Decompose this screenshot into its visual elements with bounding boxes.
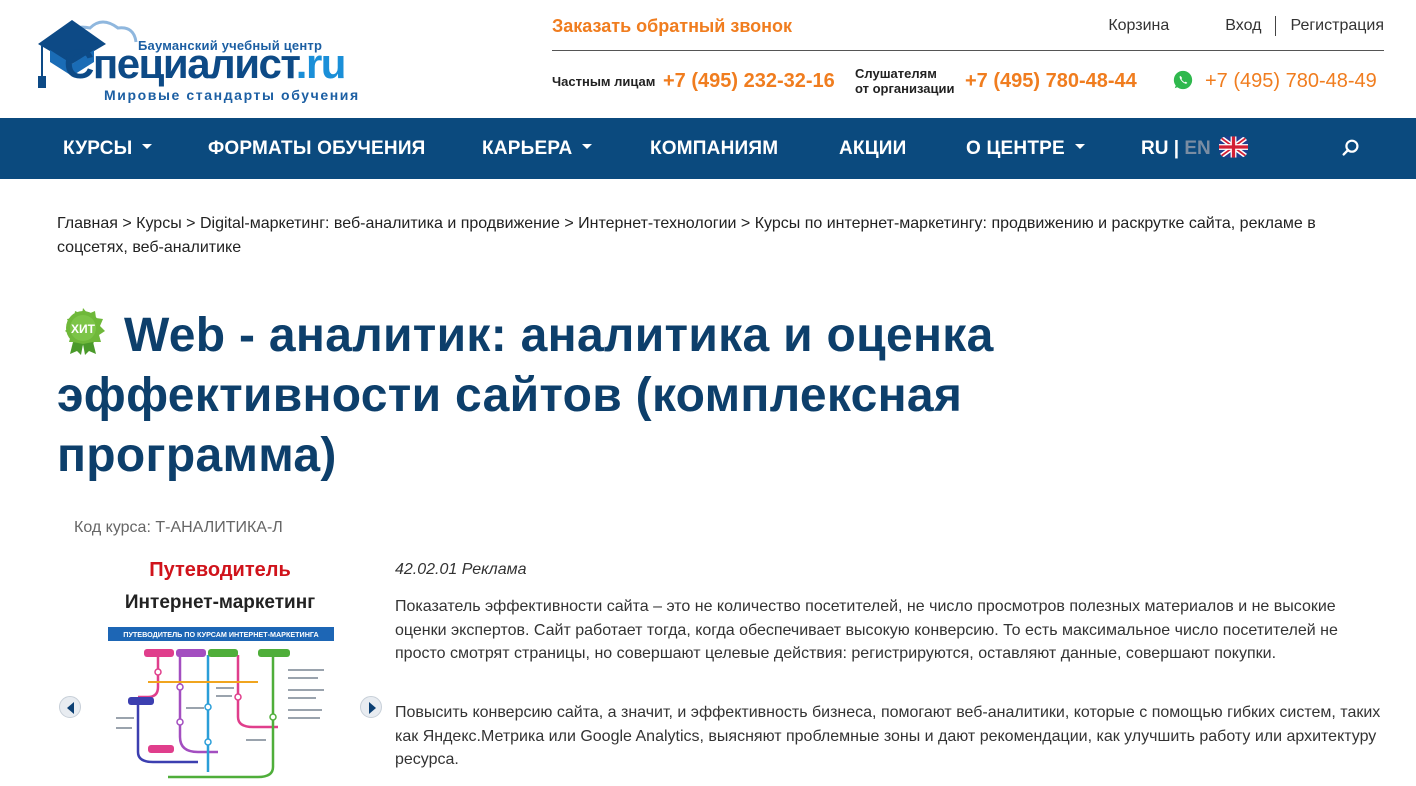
guide-next-button[interactable] bbox=[360, 696, 382, 718]
description-paragraph-1: Показатель эффективности сайта – это не … bbox=[395, 598, 1338, 662]
main-nav: КУРСЫ ФОРМАТЫ ОБУЧЕНИЯ КАРЬЕРА КОМПАНИЯМ… bbox=[0, 118, 1416, 179]
nav-item-label: КОМПАНИЯМ bbox=[650, 138, 779, 159]
course-code: Код курса: Т-АНАЛИТИКА-Л bbox=[74, 519, 283, 536]
whatsapp-phone-number[interactable]: +7 (495) 780-48-49 bbox=[1205, 70, 1377, 93]
site-logo[interactable]: Бауманский учебный центр Специалист.ru М… bbox=[36, 6, 396, 106]
account-links: Корзина Вход Регистрация bbox=[1108, 16, 1384, 36]
nav-item-label: ФОРМАТЫ ОБУЧЕНИЯ bbox=[208, 138, 426, 159]
nav-item-label: КУРСЫ bbox=[63, 138, 133, 159]
specialty-code: 42.02.01 Реклама bbox=[395, 561, 527, 578]
guide-image-banner: ПУТЕВОДИТЕЛЬ ПО КУРСАМ ИНТЕРНЕТ-МАРКЕТИН… bbox=[123, 630, 318, 639]
lang-separator: | bbox=[1168, 138, 1185, 159]
page-title: Web - аналитик: аналитика и оценка эффек… bbox=[57, 306, 1177, 486]
logo-name: Специалист.ru bbox=[64, 40, 347, 88]
description-paragraph-2: Повысить конверсию сайта, а значит, и эф… bbox=[395, 704, 1381, 768]
breadcrumb-separator: > bbox=[186, 215, 196, 232]
breadcrumb-separator: > bbox=[564, 215, 574, 232]
lang-ru[interactable]: RU bbox=[1141, 138, 1168, 159]
whatsapp-icon[interactable] bbox=[1172, 69, 1194, 91]
register-link[interactable]: Регистрация bbox=[1290, 17, 1384, 35]
logo-name-tld: .ru bbox=[295, 40, 347, 87]
breadcrumb-item-courses[interactable]: Курсы bbox=[136, 215, 182, 232]
guide-title[interactable]: Путеводитель bbox=[110, 559, 330, 582]
header-divider bbox=[552, 50, 1384, 51]
chevron-down-icon bbox=[1074, 144, 1085, 150]
language-switcher: RU | EN bbox=[1141, 118, 1211, 179]
site-header: Бауманский учебный центр Специалист.ru М… bbox=[0, 0, 1416, 118]
chevron-left-icon bbox=[67, 702, 74, 714]
search-icon[interactable] bbox=[1340, 137, 1362, 159]
cart-link[interactable]: Корзина bbox=[1108, 17, 1169, 35]
private-phone-number[interactable]: +7 (495) 232-32-16 bbox=[663, 70, 835, 93]
phone-block: Частным лицам +7 (495) 232-32-16 Слушате… bbox=[552, 66, 1392, 98]
nav-item-companies[interactable]: КОМПАНИЯМ bbox=[650, 118, 778, 179]
callback-link[interactable]: Заказать обратный звонок bbox=[552, 16, 792, 37]
nav-item-formats[interactable]: ФОРМАТЫ ОБУЧЕНИЯ bbox=[208, 118, 426, 179]
lang-en[interactable]: EN bbox=[1184, 138, 1210, 159]
guide-prev-button[interactable] bbox=[59, 696, 81, 718]
breadcrumb-item-home[interactable]: Главная bbox=[57, 215, 118, 232]
page-title-text: Web - аналитик: аналитика и оценка эффек… bbox=[57, 309, 994, 482]
org-phone-label-line1: Слушателям bbox=[855, 66, 937, 81]
breadcrumb-separator: > bbox=[740, 215, 751, 232]
logo-tagline: Мировые стандарты обучения bbox=[104, 87, 360, 103]
chevron-down-icon bbox=[142, 144, 153, 150]
breadcrumb-separator: > bbox=[122, 215, 132, 232]
org-phone-label-line2: от организации bbox=[855, 81, 955, 96]
nav-item-promotions[interactable]: АКЦИИ bbox=[839, 118, 907, 179]
uk-flag-icon[interactable] bbox=[1219, 136, 1248, 158]
chevron-right-icon bbox=[369, 702, 376, 714]
private-phone-label: Частным лицам bbox=[552, 74, 656, 89]
chevron-down-icon bbox=[582, 144, 593, 150]
nav-item-label: КАРЬЕРА bbox=[482, 138, 573, 159]
breadcrumb-item-digital-marketing[interactable]: Digital-маркетинг: веб-аналитика и продв… bbox=[200, 215, 560, 232]
guide-subtitle[interactable]: Интернет-маркетинг bbox=[100, 592, 340, 614]
guide-image[interactable]: ПУТЕВОДИТЕЛЬ ПО КУРСАМ ИНТЕРНЕТ-МАРКЕТИН… bbox=[108, 627, 334, 786]
nav-item-about[interactable]: О ЦЕНТРЕ bbox=[966, 118, 1085, 179]
logo-name-main: Специалист bbox=[64, 40, 297, 87]
breadcrumb-item-internet-tech[interactable]: Интернет-технологии bbox=[578, 215, 736, 232]
nav-item-label: О ЦЕНТРЕ bbox=[966, 138, 1065, 159]
nav-item-label: АКЦИИ bbox=[839, 138, 907, 159]
nav-item-career[interactable]: КАРЬЕРА bbox=[482, 118, 593, 179]
guide-map-image: ПУТЕВОДИТЕЛЬ ПО КУРСАМ ИНТЕРНЕТ-МАРКЕТИН… bbox=[108, 627, 334, 786]
login-link[interactable]: Вход bbox=[1225, 17, 1261, 35]
links-divider bbox=[1275, 16, 1277, 36]
nav-item-courses[interactable]: КУРСЫ bbox=[63, 118, 153, 179]
org-phone-number[interactable]: +7 (495) 780-48-44 bbox=[965, 70, 1137, 93]
breadcrumb: Главная > Курсы > Digital-маркетинг: веб… bbox=[57, 212, 1387, 260]
